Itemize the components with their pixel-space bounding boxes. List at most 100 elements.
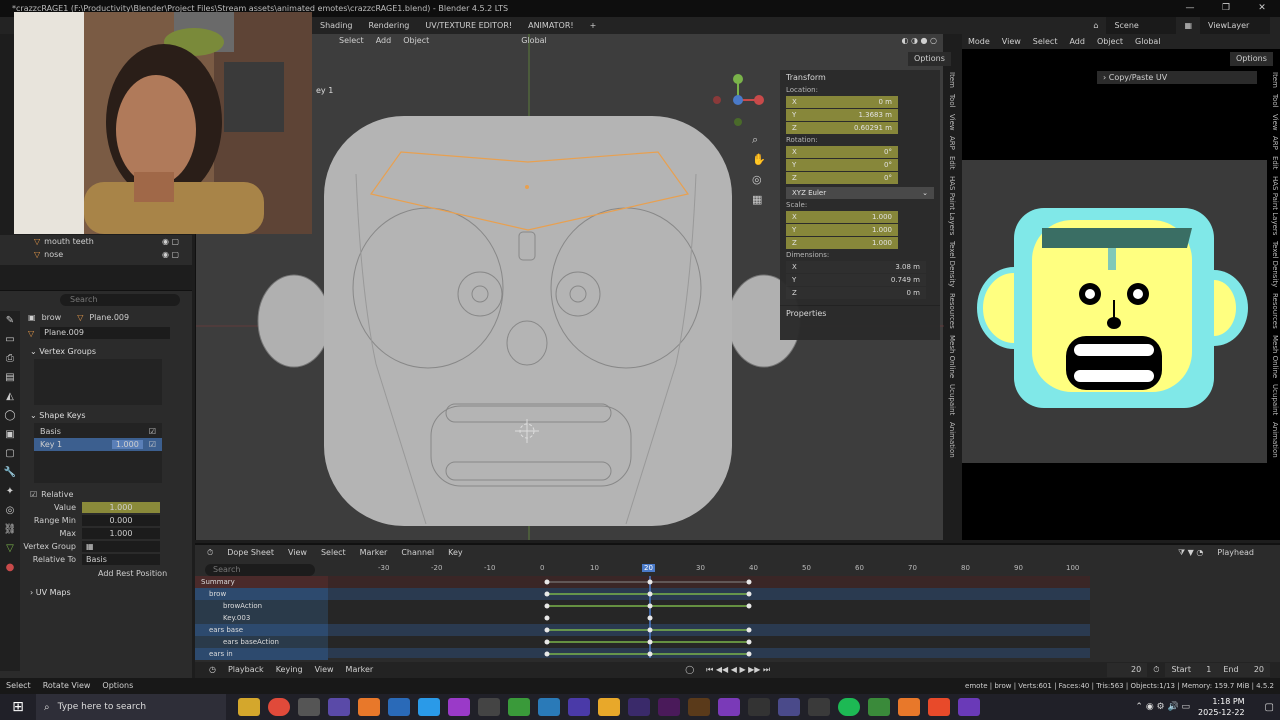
relative-to-field[interactable]: Basis [82, 554, 160, 565]
maximize-icon[interactable]: ❐ [1208, 0, 1244, 17]
uv-menu-add[interactable]: Add [1063, 35, 1091, 49]
app-icon[interactable] [718, 698, 740, 716]
outliner-item[interactable]: ▽ mouth teeth ◉ ▢ [0, 235, 192, 248]
outliner-item[interactable]: ▽ nose ◉ ▢ [0, 248, 192, 261]
dope-menu-key[interactable]: Key [442, 546, 469, 560]
scale-x[interactable]: X 1.000 [786, 211, 898, 223]
app-icon[interactable] [418, 698, 440, 716]
data-icon[interactable]: ▽ [0, 539, 20, 558]
viewlayer-selector[interactable]: ViewLayer [1200, 17, 1270, 34]
location-x[interactable]: X0 m [786, 96, 898, 108]
shape-key-row[interactable]: Basis ☑ [34, 425, 162, 438]
viewport-options[interactable]: Options [908, 52, 951, 66]
blender-icon[interactable] [358, 698, 380, 716]
scene-selector[interactable]: Scene [1106, 17, 1177, 34]
uv-tab-has-paint[interactable]: HAS Paint Layers [1267, 176, 1279, 235]
menu-object[interactable]: Object [397, 34, 435, 48]
dope-menu-select[interactable]: Select [315, 546, 352, 560]
dimension-y[interactable]: Y 0.749 m [786, 274, 926, 286]
app-icon[interactable] [598, 698, 620, 716]
current-frame-field[interactable]: 20 [1107, 663, 1148, 677]
menu-add[interactable]: Add [370, 34, 398, 48]
output-icon[interactable]: ⎙ [0, 349, 20, 368]
world-icon[interactable]: ◯ [0, 406, 20, 425]
particles-icon[interactable]: ✦ [0, 482, 20, 501]
shape-key-value[interactable]: 1.000 [111, 440, 143, 449]
vertex-groups-header[interactable]: ⌄ Vertex Groups [0, 345, 192, 359]
shading-icons[interactable]: ◐ ◑ ● ○ [895, 34, 943, 48]
pan-icon[interactable]: ✋ [752, 150, 766, 170]
uv-tab-arp[interactable]: ARP [1267, 136, 1279, 150]
vertex-groups-list[interactable] [34, 359, 162, 405]
tab-arp[interactable]: ARP [944, 136, 956, 150]
close-icon[interactable]: ✕ [1244, 0, 1280, 17]
dope-menu-marker[interactable]: Marker [354, 546, 394, 560]
location-z[interactable]: Z 0.60291 m [786, 122, 898, 134]
menu-playback[interactable]: Playback [222, 663, 270, 677]
scene-icon[interactable]: ◭ [0, 387, 20, 406]
tab-rendering[interactable]: Rendering [361, 17, 418, 34]
start-frame-field[interactable]: Start 1 [1165, 663, 1218, 677]
dope-mode-select[interactable]: Dope Sheet [221, 546, 280, 560]
app-icon[interactable] [328, 698, 350, 716]
app-icon[interactable] [508, 698, 530, 716]
tab-view[interactable]: View [944, 114, 956, 131]
menu-keying[interactable]: Keying [270, 663, 309, 677]
dope-menu-view[interactable]: View [282, 546, 313, 560]
rotation-x[interactable]: X 0° [786, 146, 898, 158]
relative-checkbox[interactable]: ☑ [30, 490, 37, 499]
channel-action[interactable]: ears baseAction [195, 636, 328, 648]
material-icon[interactable]: ● [0, 558, 20, 577]
shape-key-row-active[interactable]: Key 1 1.000 ☑ [34, 438, 162, 451]
tab-has-paint[interactable]: HAS Paint Layers [944, 176, 956, 235]
uv-tab-resources[interactable]: Resources [1267, 293, 1279, 329]
tab-resources[interactable]: Resources [944, 293, 956, 329]
timeline-editor-icon[interactable]: ◷ [203, 663, 222, 677]
dope-search[interactable]: Search [205, 563, 315, 576]
view-layer-icon[interactable]: ▤ [0, 368, 20, 387]
object-icon[interactable]: ▢ [0, 444, 20, 463]
rotation-y[interactable]: Y 0° [786, 159, 898, 171]
minimize-icon[interactable]: — [1172, 0, 1208, 17]
uv-menu-select[interactable]: Select [1027, 35, 1064, 49]
app-icon[interactable] [898, 698, 920, 716]
taskbar-time[interactable]: 1:18 PM [1198, 696, 1244, 707]
menu-select[interactable]: Select [333, 34, 370, 48]
tab-tool[interactable]: Tool [944, 94, 956, 108]
taskbar-search-input[interactable]: Type here to search [58, 702, 146, 712]
uv-options[interactable]: Options [1230, 52, 1273, 66]
channel-object[interactable]: ears base [195, 624, 328, 636]
scale-y[interactable]: Y 1.000 [786, 224, 898, 236]
tray-icons[interactable]: ⌃ ◉ ⚙ 🔊 ▭ [1135, 702, 1190, 712]
eye-icon[interactable]: ◉ ▢ [162, 250, 179, 259]
uv-maps-header[interactable]: › UV Maps [0, 586, 192, 600]
brave-icon[interactable] [928, 698, 950, 716]
uv-tab-item[interactable]: Item [1267, 72, 1279, 88]
windows-start-icon[interactable]: ⊞ [0, 699, 36, 715]
playhead-select[interactable]: Playhead [1211, 546, 1260, 560]
tab-item[interactable]: Item [944, 72, 956, 88]
app-icon[interactable] [808, 698, 830, 716]
grid-icon[interactable]: ▦ [752, 190, 766, 210]
channel-action[interactable]: Key.003 [195, 612, 328, 624]
properties-section[interactable]: Properties [780, 305, 940, 319]
app-icon[interactable] [448, 698, 470, 716]
channel-action[interactable]: browAction [195, 600, 328, 612]
uv-tab-view[interactable]: View [1267, 114, 1279, 131]
tab-shading[interactable]: Shading [312, 17, 361, 34]
collection-icon[interactable]: ▣ [0, 425, 20, 444]
eye-icon[interactable]: ◉ ▢ [162, 237, 179, 246]
uv-tab-animation[interactable]: Animation [1267, 422, 1279, 458]
app-icon[interactable] [868, 698, 890, 716]
uv-orientation[interactable]: Global [1129, 35, 1167, 49]
dimension-z[interactable]: Z0 m [786, 287, 926, 299]
current-frame-marker[interactable]: 20 [642, 563, 655, 572]
illustrator-icon[interactable] [688, 698, 710, 716]
tab-ucupaint[interactable]: Ucupaint [944, 384, 956, 415]
tool-icon[interactable]: ✎ [0, 311, 20, 330]
scale-z[interactable]: Z 1.000 [786, 237, 898, 249]
camera-icon[interactable]: ◎ [752, 170, 766, 190]
tab-uv-editor[interactable]: UV/TEXTURE EDITOR! [417, 17, 520, 34]
dope-menu-channel[interactable]: Channel [395, 546, 440, 560]
uv-menu-object[interactable]: Object [1091, 35, 1129, 49]
